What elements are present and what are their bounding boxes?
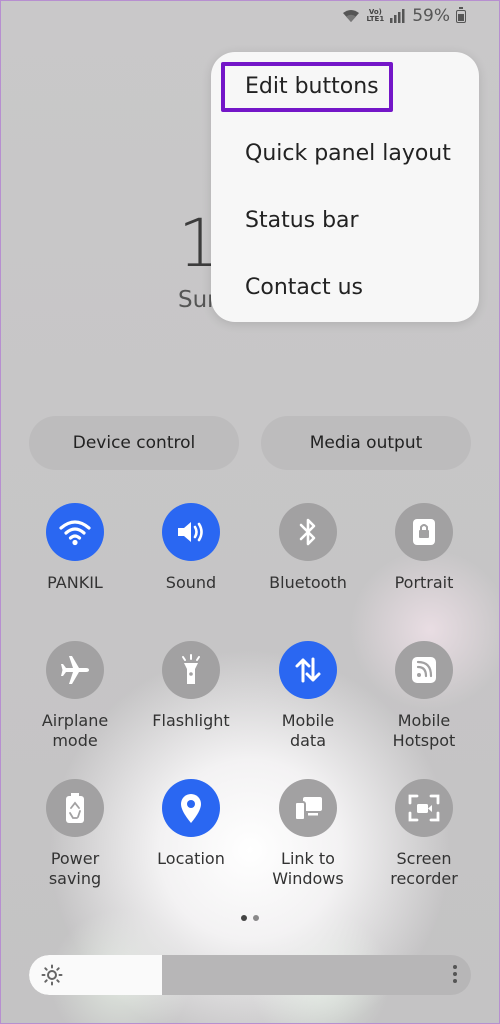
battery-icon <box>456 6 466 23</box>
menu-item-contact-us[interactable]: Contact us <box>245 275 363 300</box>
mobile-data-icon[interactable] <box>279 641 337 699</box>
tile-location[interactable]: Location <box>133 779 249 869</box>
location-icon[interactable] <box>162 779 220 837</box>
tile-hotspot[interactable]: Mobile Hotspot <box>366 641 482 751</box>
tile-label: Power saving <box>48 849 102 888</box>
tile-screen-recorder[interactable]: Screen recorder <box>366 779 482 889</box>
tile-link-to-windows[interactable]: Link to Windows <box>250 779 366 889</box>
portrait-lock-icon[interactable] <box>395 503 453 561</box>
page-dot[interactable] <box>253 915 259 921</box>
battery-saver-icon[interactable] <box>46 779 104 837</box>
tile-label: Portrait <box>394 573 454 592</box>
tile-label: PANKIL <box>47 573 103 592</box>
tile-label: Link to Windows <box>272 849 344 888</box>
tile-label: Airplane mode <box>41 711 109 750</box>
tile-power-saving[interactable]: Power saving <box>17 779 133 889</box>
tile-label: Mobile Hotspot <box>392 711 456 750</box>
speaker-icon[interactable] <box>162 503 220 561</box>
status-bar: Vo) LTE1 59% <box>342 6 466 26</box>
tile-airplane[interactable]: Airplane mode <box>17 641 133 751</box>
link-windows-icon[interactable] <box>279 779 337 837</box>
volte-indicator: Vo) LTE1 <box>366 8 385 23</box>
bluetooth-icon[interactable] <box>279 503 337 561</box>
menu-item-quick-panel-layout[interactable]: Quick panel layout <box>245 141 451 166</box>
signal-icon <box>390 9 406 23</box>
tile-label: Bluetooth <box>269 573 347 592</box>
tile-label: Location <box>157 849 225 868</box>
quick-panel-menu: Edit buttons Quick panel layout Status b… <box>211 52 479 322</box>
airplane-icon[interactable] <box>46 641 104 699</box>
page-dot-active[interactable] <box>241 915 247 921</box>
tile-label: Mobile data <box>281 711 335 750</box>
battery-percent: 59% <box>412 6 450 26</box>
more-options-icon[interactable] <box>453 965 457 986</box>
menu-item-edit-buttons[interactable]: Edit buttons <box>245 74 379 99</box>
tile-sound[interactable]: Sound <box>133 503 249 593</box>
tile-wifi[interactable]: PANKIL <box>17 503 133 593</box>
tile-flashlight[interactable]: Flashlight <box>133 641 249 731</box>
wifi-icon[interactable] <box>46 503 104 561</box>
tile-label: Screen recorder <box>390 849 458 888</box>
tile-label: Sound <box>165 573 217 592</box>
media-output-button[interactable]: Media output <box>261 416 471 470</box>
menu-item-status-bar[interactable]: Status bar <box>245 208 359 233</box>
tile-label: Flashlight <box>152 711 230 730</box>
screen-recorder-icon[interactable] <box>395 779 453 837</box>
sun-icon <box>41 964 63 990</box>
tile-mobile-data[interactable]: Mobile data <box>250 641 366 751</box>
tile-bluetooth[interactable]: Bluetooth <box>250 503 366 593</box>
brightness-slider[interactable] <box>29 955 471 995</box>
hotspot-icon[interactable] <box>395 641 453 699</box>
device-control-button[interactable]: Device control <box>29 416 239 470</box>
flashlight-icon[interactable] <box>162 641 220 699</box>
wifi-status-icon <box>342 9 360 23</box>
tile-portrait[interactable]: Portrait <box>366 503 482 593</box>
